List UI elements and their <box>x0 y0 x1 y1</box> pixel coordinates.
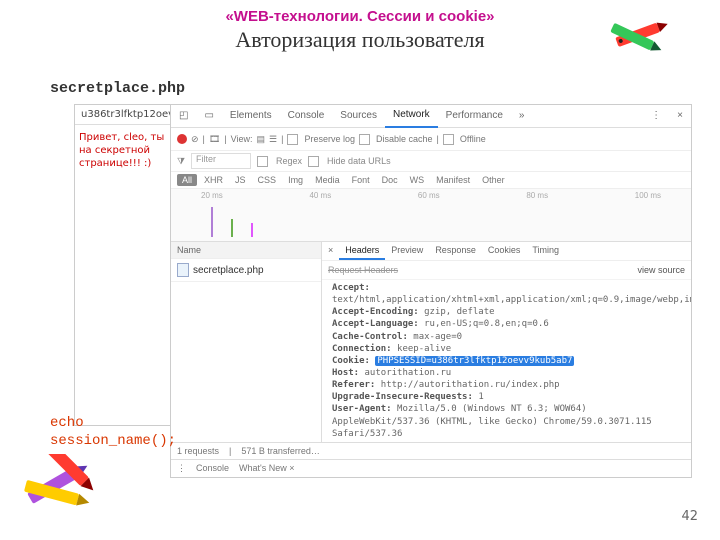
offline-label: Offline <box>460 134 486 144</box>
crayon-icon <box>20 454 110 524</box>
view-label: View: <box>231 134 253 144</box>
capture-icon[interactable]: 🎞 <box>209 134 220 145</box>
filename-label: secretplace.php <box>50 80 185 97</box>
type-js[interactable]: JS <box>230 174 251 186</box>
drawer-menu-icon[interactable]: ⋮ <box>177 463 186 474</box>
tab-performance[interactable]: Performance <box>438 105 511 127</box>
devtools-panel: ◰ ▭ Elements Console Sources Network Per… <box>170 104 692 478</box>
page-number: 42 <box>681 509 698 524</box>
drawer-tabs: ⋮ Console What's New × <box>171 459 691 477</box>
type-font[interactable]: Font <box>347 174 375 186</box>
view-source-link[interactable]: view source <box>637 265 685 275</box>
code-snippet: echosession_name(); <box>50 415 176 450</box>
tabs-more-icon[interactable]: » <box>511 105 533 127</box>
request-name: secretplace.php <box>193 265 264 276</box>
close-details-icon[interactable]: × <box>322 242 339 260</box>
request-list: Name secretplace.php <box>171 242 322 442</box>
type-css[interactable]: CSS <box>253 174 282 186</box>
network-toolbar: ⊘ | 🎞 | View: ▤ ☰ | Preserve log Disable… <box>171 128 691 151</box>
tab-console[interactable]: Console <box>280 105 333 127</box>
network-filterbar: ⧩ Filter Regex Hide data URLs <box>171 151 691 172</box>
clear-icon[interactable]: ⊘ <box>191 134 199 145</box>
type-all[interactable]: All <box>177 174 197 186</box>
view-large-icon[interactable]: ▤ <box>257 134 266 145</box>
tab-sources[interactable]: Sources <box>332 105 385 127</box>
hide-data-urls-label: Hide data URLs <box>327 156 391 166</box>
details-tab-timing[interactable]: Timing <box>526 242 565 260</box>
browser-url-bar[interactable]: u386tr3lfktp12oevv9kub <box>75 105 171 125</box>
regex-checkbox[interactable] <box>257 156 268 167</box>
tab-elements[interactable]: Elements <box>222 105 280 127</box>
drawer-console[interactable]: Console <box>196 463 229 474</box>
type-other[interactable]: Other <box>477 174 510 186</box>
request-headers-section[interactable]: Request Headers view source <box>322 261 691 280</box>
drawer-whats-new[interactable]: What's New × <box>239 463 295 474</box>
cookie-key: Cookie: <box>332 356 370 366</box>
hide-data-urls-checkbox[interactable] <box>308 156 319 167</box>
status-requests: 1 requests <box>177 446 219 456</box>
network-status: 1 requests | 571 B transferred… <box>171 442 691 459</box>
browser-page-text: Привет, cleo, ты на секретной странице!!… <box>75 125 171 170</box>
timeline[interactable]: 20 ms 40 ms 60 ms 80 ms 100 ms <box>171 189 691 242</box>
details-tab-headers[interactable]: Headers <box>339 242 385 260</box>
section-label: Request Headers <box>328 265 398 275</box>
details-tab-response[interactable]: Response <box>429 242 482 260</box>
disable-cache-label: Disable cache <box>376 134 433 144</box>
network-split: Name secretplace.php × Headers Preview R… <box>171 242 691 442</box>
request-details: × Headers Preview Response Cookies Timin… <box>322 242 691 442</box>
tick: 60 ms <box>418 191 440 241</box>
status-transferred: 571 B transferred… <box>241 446 320 456</box>
column-name[interactable]: Name <box>171 242 321 259</box>
view-small-icon[interactable]: ☰ <box>269 134 277 145</box>
devtools-tabs: ◰ ▭ Elements Console Sources Network Per… <box>171 105 691 128</box>
regex-label: Regex <box>276 156 302 166</box>
details-tab-preview[interactable]: Preview <box>385 242 429 260</box>
type-media[interactable]: Media <box>310 174 345 186</box>
cookie-value[interactable]: PHPSESSID=u386tr3lfktp12oevv9kub5ab7 <box>375 356 574 366</box>
inspect-icon[interactable]: ◰ <box>171 105 196 127</box>
filter-icon[interactable]: ⧩ <box>177 156 185 167</box>
request-headers-body: Accept: text/html,application/xhtml+xml,… <box>322 280 691 442</box>
type-manifest[interactable]: Manifest <box>431 174 475 186</box>
browser-page-panel: u386tr3lfktp12oevv9kub Привет, cleo, ты … <box>74 104 171 426</box>
type-xhr[interactable]: XHR <box>199 174 228 186</box>
preserve-log-label: Preserve log <box>304 134 355 144</box>
preserve-log-checkbox[interactable] <box>287 134 298 145</box>
record-icon[interactable] <box>177 134 187 144</box>
type-doc[interactable]: Doc <box>377 174 403 186</box>
tick: 100 ms <box>635 191 661 241</box>
devtools-menu-icon[interactable]: ⋮ <box>643 105 669 127</box>
crayon-icon <box>608 10 678 60</box>
offline-checkbox[interactable] <box>443 134 454 145</box>
disable-cache-checkbox[interactable] <box>359 134 370 145</box>
device-icon[interactable]: ▭ <box>196 105 221 127</box>
type-ws[interactable]: WS <box>405 174 430 186</box>
tab-network[interactable]: Network <box>385 104 438 128</box>
tick: 80 ms <box>526 191 548 241</box>
resource-type-filter: All XHR JS CSS Img Media Font Doc WS Man… <box>171 172 691 189</box>
type-img[interactable]: Img <box>283 174 308 186</box>
details-tab-cookies[interactable]: Cookies <box>482 242 527 260</box>
document-icon <box>177 263 189 277</box>
request-row[interactable]: secretplace.php <box>171 259 321 282</box>
tick: 40 ms <box>309 191 331 241</box>
devtools-close-icon[interactable]: × <box>669 105 691 127</box>
filter-input[interactable]: Filter <box>191 153 251 169</box>
